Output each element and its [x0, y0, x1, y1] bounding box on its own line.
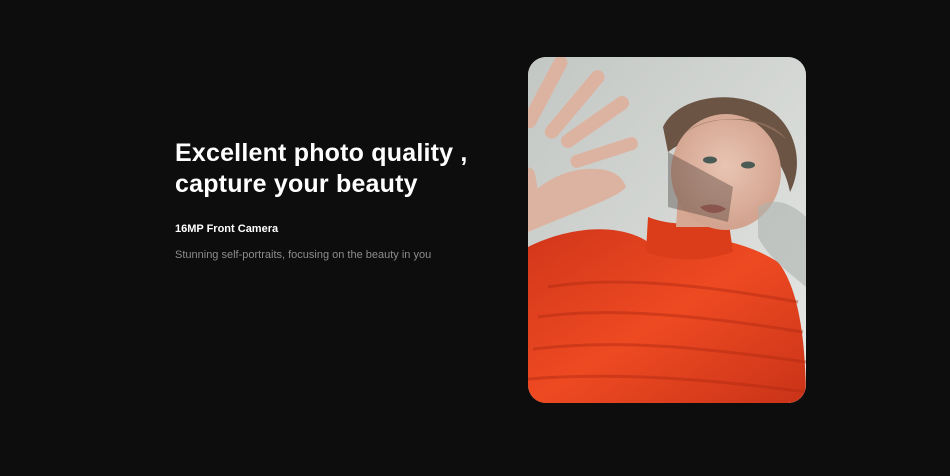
feature-text-block: Excellent photo quality , capture your b… — [175, 138, 495, 262]
selfie-illustration — [528, 57, 806, 403]
feature-description: Stunning self-portraits, focusing on the… — [175, 249, 432, 261]
headline-line-2: capture your beauty — [175, 170, 418, 198]
feature-subtitle: 16MP Front Camera — [175, 223, 279, 235]
headline-line-1: Excellent photo quality , — [175, 139, 468, 167]
camera-feature-section: Excellent photo quality , capture your b… — [0, 0, 950, 476]
selfie-photo — [528, 57, 806, 403]
feature-headline: Excellent photo quality , capture your b… — [175, 138, 495, 200]
